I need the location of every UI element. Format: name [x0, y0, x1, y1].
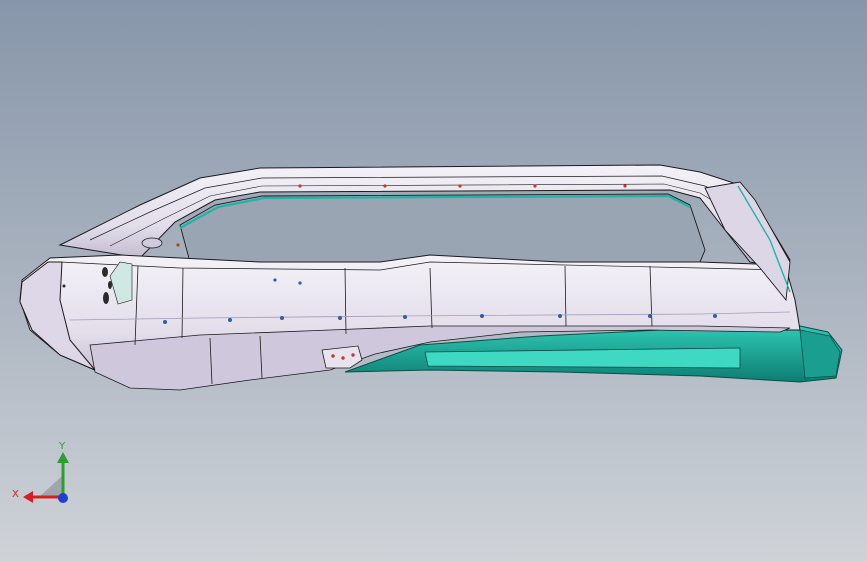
teal-rail	[424, 347, 741, 369]
roof-opening	[179, 193, 706, 263]
triad-x-label: X	[12, 489, 19, 500]
vehicle-frame-model[interactable]	[0, 0, 867, 562]
coordinate-triad: Y X	[12, 441, 69, 503]
teal-end-cap	[799, 329, 841, 379]
triad-y-label: Y	[58, 441, 66, 452]
cad-3d-viewport[interactable]: Y X	[0, 0, 867, 562]
front-tower-mount	[141, 237, 163, 249]
